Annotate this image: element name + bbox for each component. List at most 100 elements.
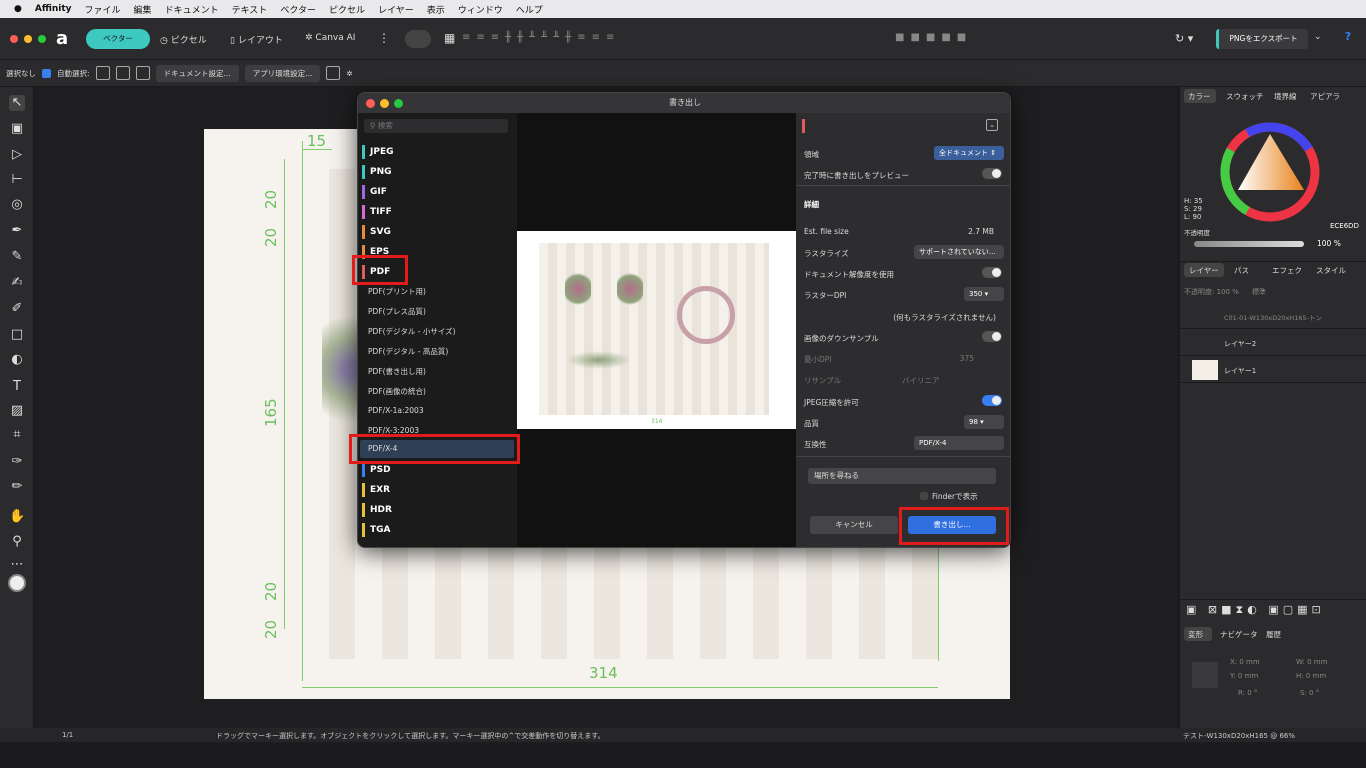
align-icons[interactable]: ≡≡≡╫╫╨╨╨╫≡≡≡ bbox=[462, 32, 620, 43]
rectangle-tool-icon[interactable]: □ bbox=[9, 327, 25, 343]
menu-edit[interactable]: 編集 bbox=[134, 3, 152, 16]
zoom-window-button[interactable] bbox=[38, 35, 46, 43]
preset-pdf-press[interactable]: PDF(プレス品質) bbox=[368, 306, 426, 317]
format-tga[interactable]: TGA bbox=[362, 521, 514, 539]
document-settings-button[interactable]: ドキュメント設定... bbox=[155, 64, 239, 82]
hex-value[interactable]: ECE6DD bbox=[1330, 222, 1359, 230]
app-preferences-button[interactable]: アプリ環境設定... bbox=[244, 64, 321, 82]
image-tool-icon[interactable]: ▨ bbox=[9, 403, 25, 419]
dialog-minimize-button[interactable] bbox=[380, 99, 389, 108]
grid-icon[interactable]: ▦ bbox=[444, 31, 455, 45]
tab-navigator[interactable]: ナビゲータ bbox=[1220, 629, 1258, 640]
minimize-window-button[interactable] bbox=[24, 35, 32, 43]
fill-tool-icon[interactable]: ✐ bbox=[9, 301, 25, 317]
tab-layers[interactable]: レイヤー bbox=[1189, 265, 1219, 276]
menu-help[interactable]: ヘルプ bbox=[516, 3, 543, 16]
node-tool-icon[interactable]: ▷ bbox=[9, 147, 25, 163]
artboard-tool-icon[interactable]: ▣ bbox=[9, 121, 25, 137]
tab-effects[interactable]: エフェク bbox=[1272, 265, 1302, 276]
boolean-icons[interactable]: ■■■■■ bbox=[895, 32, 972, 43]
save-location-select[interactable]: 場所を尋ねる bbox=[808, 468, 996, 484]
tab-transform[interactable]: 変形 bbox=[1188, 629, 1203, 640]
area-select[interactable]: 全ドキュメント ⇕ bbox=[934, 146, 1004, 160]
downsample-toggle[interactable] bbox=[982, 331, 1002, 342]
format-tiff[interactable]: TIFF bbox=[362, 203, 514, 221]
auto-select-checkbox[interactable] bbox=[42, 68, 51, 78]
layer-actions-icons[interactable]: ▣ ⊠■⧗◐ ▣▢▦⊡ bbox=[1186, 603, 1325, 617]
pen-tool-icon[interactable]: ✒ bbox=[9, 223, 25, 239]
text-tool-icon[interactable]: T bbox=[9, 379, 25, 395]
eyedropper-tool-icon[interactable]: ✑ bbox=[9, 454, 25, 470]
preset-pdfx-1a[interactable]: PDF/X-1a:2003 bbox=[368, 406, 424, 415]
color-picker-tool-icon[interactable]: ✏ bbox=[9, 479, 25, 495]
format-svg[interactable]: SVG bbox=[362, 223, 514, 241]
tab-stroke[interactable]: 境界線 bbox=[1274, 91, 1297, 102]
hand-tool-icon[interactable]: ✋ bbox=[9, 509, 25, 525]
search-input[interactable]: ⚲ 検索 bbox=[364, 119, 508, 133]
move-tool-icon[interactable]: ↖ bbox=[9, 95, 25, 111]
finder-checkbox[interactable] bbox=[920, 492, 928, 500]
zoom-tool-icon[interactable]: ⚲ bbox=[9, 534, 25, 550]
shape-tool-icon[interactable]: ◐ bbox=[9, 352, 25, 368]
tab-paths[interactable]: パス bbox=[1234, 265, 1249, 276]
menu-document[interactable]: ドキュメント bbox=[165, 3, 219, 16]
dpi-field[interactable]: 350 ▾ bbox=[964, 287, 1004, 301]
menu-vector[interactable]: ベクター bbox=[280, 3, 316, 16]
more-tools-icon[interactable]: ⋯ bbox=[9, 557, 25, 573]
gear-icon[interactable]: ✲ bbox=[346, 69, 352, 78]
shapes-icon[interactable] bbox=[115, 66, 130, 80]
canva-ai-button[interactable]: ✲ Canva AI bbox=[305, 33, 355, 43]
preview-toggle[interactable] bbox=[982, 168, 1002, 179]
layer-row[interactable]: レイヤー1 bbox=[1180, 357, 1366, 383]
menu-window[interactable]: ウィンドウ bbox=[458, 3, 503, 16]
page-indicator[interactable]: 1/1 bbox=[62, 731, 73, 739]
close-window-button[interactable] bbox=[10, 35, 18, 43]
jpeg-compression-toggle[interactable] bbox=[982, 395, 1002, 406]
preset-pdf-print[interactable]: PDF(プリント用) bbox=[368, 286, 426, 297]
artboard-icon[interactable] bbox=[135, 66, 150, 80]
dialog-close-button[interactable] bbox=[366, 99, 375, 108]
brush-tool-icon[interactable]: ✍ bbox=[9, 275, 25, 291]
opacity-slider[interactable] bbox=[1194, 241, 1304, 247]
preset-pdf-export[interactable]: PDF(書き出し用) bbox=[368, 366, 426, 377]
preset-pdf-flatten[interactable]: PDF(画像の統合) bbox=[368, 386, 426, 397]
menu-view[interactable]: 表示 bbox=[427, 3, 445, 16]
preset-menu-chevron-icon[interactable]: ⌄ bbox=[986, 119, 998, 131]
format-exr[interactable]: EXR bbox=[362, 481, 514, 499]
menu-layer[interactable]: レイヤー bbox=[378, 3, 414, 16]
more-icon[interactable]: ⋮ bbox=[378, 31, 390, 45]
tab-styles[interactable]: スタイル bbox=[1316, 265, 1346, 276]
preset-pdf-digital-small[interactable]: PDF(デジタル - 小サイズ) bbox=[368, 326, 456, 337]
anchor-selector[interactable] bbox=[1192, 662, 1218, 688]
pencil-tool-icon[interactable]: ✎ bbox=[9, 249, 25, 265]
menu-file[interactable]: ファイル bbox=[85, 3, 121, 16]
chevron-down-icon[interactable]: ⌄ bbox=[1314, 32, 1322, 42]
color-wheel[interactable] bbox=[1220, 122, 1320, 222]
menu-text[interactable]: テキスト bbox=[232, 3, 268, 16]
menu-app[interactable]: Affinity bbox=[35, 4, 72, 14]
color-well[interactable] bbox=[8, 574, 26, 592]
layer-row[interactable]: C01-01-W130xD20xH165-トン bbox=[1180, 302, 1366, 329]
help-icon[interactable]: ? bbox=[1340, 30, 1356, 46]
format-jpeg[interactable]: JPEG bbox=[362, 143, 514, 161]
cancel-button[interactable]: キャンセル bbox=[810, 516, 898, 534]
format-hdr[interactable]: HDR bbox=[362, 501, 514, 519]
share-icon[interactable]: ↻ ▾ bbox=[1175, 32, 1193, 45]
layer-row[interactable]: レイヤー2 bbox=[1180, 330, 1366, 356]
tab-swatches[interactable]: スウォッチ bbox=[1226, 91, 1264, 102]
grid-settings-icon[interactable] bbox=[326, 66, 341, 80]
export-png-button[interactable]: PNGをエクスポート bbox=[1216, 29, 1308, 49]
snapping-toggle[interactable] bbox=[405, 30, 431, 48]
layout-persona-button[interactable]: ▯ レイアウト bbox=[230, 33, 283, 46]
menu-pixel[interactable]: ピクセル bbox=[329, 3, 365, 16]
preset-pdf-digital-high[interactable]: PDF(デジタル - 高品質) bbox=[368, 346, 448, 357]
tab-color[interactable]: カラー bbox=[1188, 91, 1211, 102]
rasterize-select[interactable]: サポートされていない… bbox=[914, 245, 1004, 259]
contour-tool-icon[interactable]: ◎ bbox=[9, 197, 25, 213]
crop-tool-icon[interactable]: ⌗ bbox=[9, 427, 25, 443]
quality-field[interactable]: 98 ▾ bbox=[964, 415, 1004, 429]
pixel-persona-button[interactable]: ◷ ピクセル bbox=[160, 33, 207, 46]
document-resolution-toggle[interactable] bbox=[982, 267, 1002, 278]
vector-persona-button[interactable]: ベクター bbox=[86, 29, 150, 49]
tab-appearance[interactable]: アピアラ bbox=[1310, 91, 1340, 102]
